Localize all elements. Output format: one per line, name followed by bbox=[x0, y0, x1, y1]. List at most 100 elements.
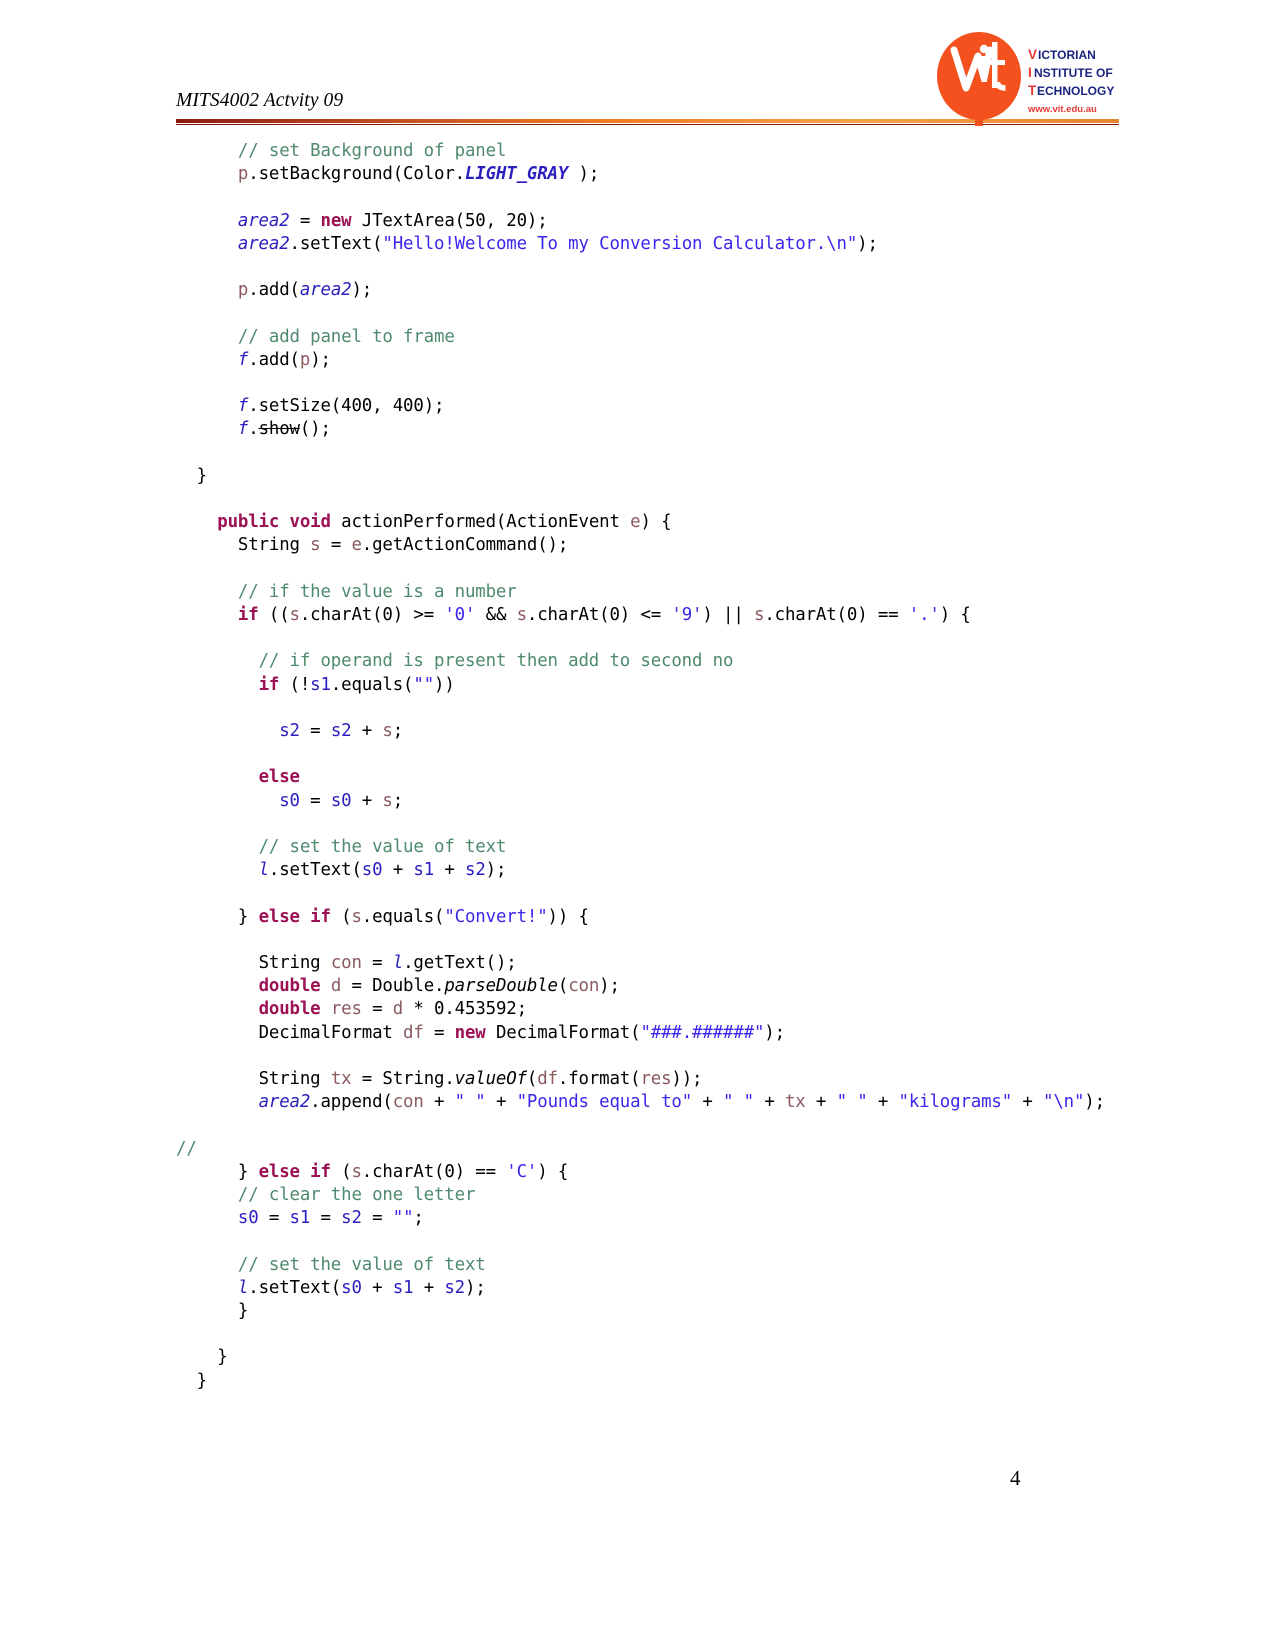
code-token-loc: df bbox=[403, 1022, 424, 1043]
code-token-plain: . bbox=[248, 419, 259, 440]
code-line: } bbox=[176, 1346, 1186, 1369]
code-token-plain: .add( bbox=[248, 280, 300, 301]
code-token-plain: + bbox=[805, 1092, 837, 1113]
code-token-cmt: // bbox=[176, 1138, 197, 1159]
code-token-fld: f bbox=[237, 349, 249, 370]
code-line: l.setText(s0 + s1 + s2); bbox=[176, 1277, 1186, 1300]
code-token-cmt: // if the value is a number bbox=[237, 581, 517, 602]
code-token-loc: s bbox=[289, 604, 300, 625]
code-token-chr: '9' bbox=[671, 604, 703, 625]
code-token-mth: valueOf bbox=[454, 1068, 527, 1089]
code-line: // set the value of text bbox=[176, 836, 1186, 859]
code-token-plain: + bbox=[867, 1092, 899, 1113]
code-token-plain: String bbox=[237, 535, 311, 556]
code-token-plain: .format( bbox=[557, 1068, 641, 1089]
code-token-plain: String bbox=[258, 1068, 331, 1089]
code-line: area2.setText("Hello!Welcome To my Conve… bbox=[176, 233, 1186, 256]
code-token-chr: '.' bbox=[908, 604, 940, 625]
code-token-str: " " bbox=[454, 1092, 486, 1113]
code-line: s2 = s2 + s; bbox=[176, 720, 1186, 743]
code-token-fld: area2 bbox=[237, 233, 290, 254]
code-token-plain: = bbox=[258, 1208, 290, 1229]
code-token-plain: = bbox=[361, 1208, 393, 1229]
code-token-chr: '0' bbox=[444, 604, 476, 625]
code-token-loc: con bbox=[330, 952, 362, 973]
code-line: String con = l.getText(); bbox=[176, 952, 1186, 975]
code-token-fld: l bbox=[258, 860, 269, 881]
code-token-plain: ; bbox=[392, 790, 404, 811]
code-token-plain: actionPerformed(ActionEvent bbox=[330, 512, 631, 533]
code-token-plain: .setText( bbox=[248, 1277, 342, 1298]
code-token-loc: tx bbox=[330, 1068, 352, 1089]
code-token-plain: ); bbox=[599, 976, 620, 997]
code-token-plain: ); bbox=[764, 1022, 785, 1043]
code-line: // if operand is present then add to sec… bbox=[176, 650, 1186, 673]
code-token-mth: parseDouble bbox=[444, 976, 558, 997]
code-token-str: "" bbox=[392, 1208, 414, 1229]
svg-text:NSTITUTE OF: NSTITUTE OF bbox=[1034, 66, 1113, 80]
code-token-plain: } bbox=[217, 1347, 228, 1368]
code-token-plain: + bbox=[361, 1277, 393, 1298]
code-token-plain: + bbox=[434, 860, 465, 881]
code-token-kw: double bbox=[258, 976, 321, 997]
code-token-fld: area2 bbox=[237, 210, 290, 231]
code-token-fld: l bbox=[237, 1277, 249, 1298]
code-token-plain: = String. bbox=[351, 1068, 455, 1089]
code-token-fld: area2 bbox=[299, 280, 352, 301]
code-token-plain: = bbox=[310, 1208, 342, 1229]
code-token-str: "\n" bbox=[1043, 1092, 1085, 1113]
code-token-loc: con bbox=[568, 976, 600, 997]
code-token-var: s0 bbox=[361, 860, 383, 881]
code-line: // clear the one letter bbox=[176, 1184, 1186, 1207]
code-line: } bbox=[176, 465, 1186, 488]
code-token-str: " " bbox=[836, 1092, 868, 1113]
code-line: p.setBackground(Color.LIGHT_GRAY ); bbox=[176, 163, 1186, 186]
code-token-plain: )) bbox=[434, 674, 455, 695]
code-token-plain: ); bbox=[465, 1277, 486, 1298]
code-token-loc: df bbox=[537, 1068, 558, 1089]
vit-logo-mark bbox=[937, 32, 1021, 126]
header-title: MITS4002 Actvity 09 bbox=[176, 90, 344, 111]
code-token-plain: ( bbox=[526, 1068, 538, 1089]
code-line: else bbox=[176, 766, 1186, 789]
code-token-plain: = bbox=[289, 210, 321, 231]
code-token-cmt: // set Background of panel bbox=[237, 141, 507, 161]
code-line: } bbox=[176, 1370, 1186, 1393]
code-token-kw: else bbox=[258, 767, 300, 788]
code-token-plain: .equals( bbox=[361, 906, 445, 927]
code-line: f.setSize(400, 400); bbox=[176, 395, 1186, 418]
code-token-plain: ) { bbox=[537, 1161, 569, 1182]
code-token-plain: + bbox=[485, 1092, 517, 1113]
code-token-str: "kilograms" bbox=[898, 1092, 1013, 1113]
code-token-loc: con bbox=[392, 1092, 424, 1113]
code-token-plain: + bbox=[423, 1092, 455, 1113]
code-token-plain: ( bbox=[330, 1161, 352, 1182]
code-token-loc: s bbox=[382, 790, 393, 811]
code-token-cmt: // set the value of text bbox=[237, 1254, 486, 1275]
code-token-plain: = bbox=[361, 952, 393, 973]
code-line: // bbox=[176, 1138, 1186, 1161]
code-token-cmt: // set the value of text bbox=[258, 836, 507, 857]
code-token-cmt: // add panel to frame bbox=[237, 326, 455, 347]
code-token-kw: new bbox=[320, 210, 352, 231]
code-token-plain: DecimalFormat( bbox=[485, 1022, 641, 1043]
code-token-fld: l bbox=[392, 952, 404, 973]
code-line: if (!s1.equals("")) bbox=[176, 674, 1186, 697]
code-token-str: " " bbox=[723, 1092, 754, 1113]
svg-text:ICTORIAN: ICTORIAN bbox=[1038, 48, 1096, 62]
code-token-plain: } bbox=[237, 1300, 249, 1321]
code-line: double res = d * 0.453592; bbox=[176, 998, 1186, 1021]
code-token-plain: String bbox=[258, 952, 331, 973]
code-token-kw: public void bbox=[217, 512, 331, 533]
code-token-plain: + bbox=[351, 790, 383, 811]
code-token-plain: .setSize(400, 400); bbox=[248, 396, 445, 417]
code-token-plain: + bbox=[351, 720, 383, 741]
code-token-var: s2 bbox=[279, 720, 300, 741]
code-token-var: s2 bbox=[341, 1208, 362, 1229]
code-token-fld: f bbox=[237, 396, 249, 417]
code-token-loc: d bbox=[330, 976, 342, 997]
